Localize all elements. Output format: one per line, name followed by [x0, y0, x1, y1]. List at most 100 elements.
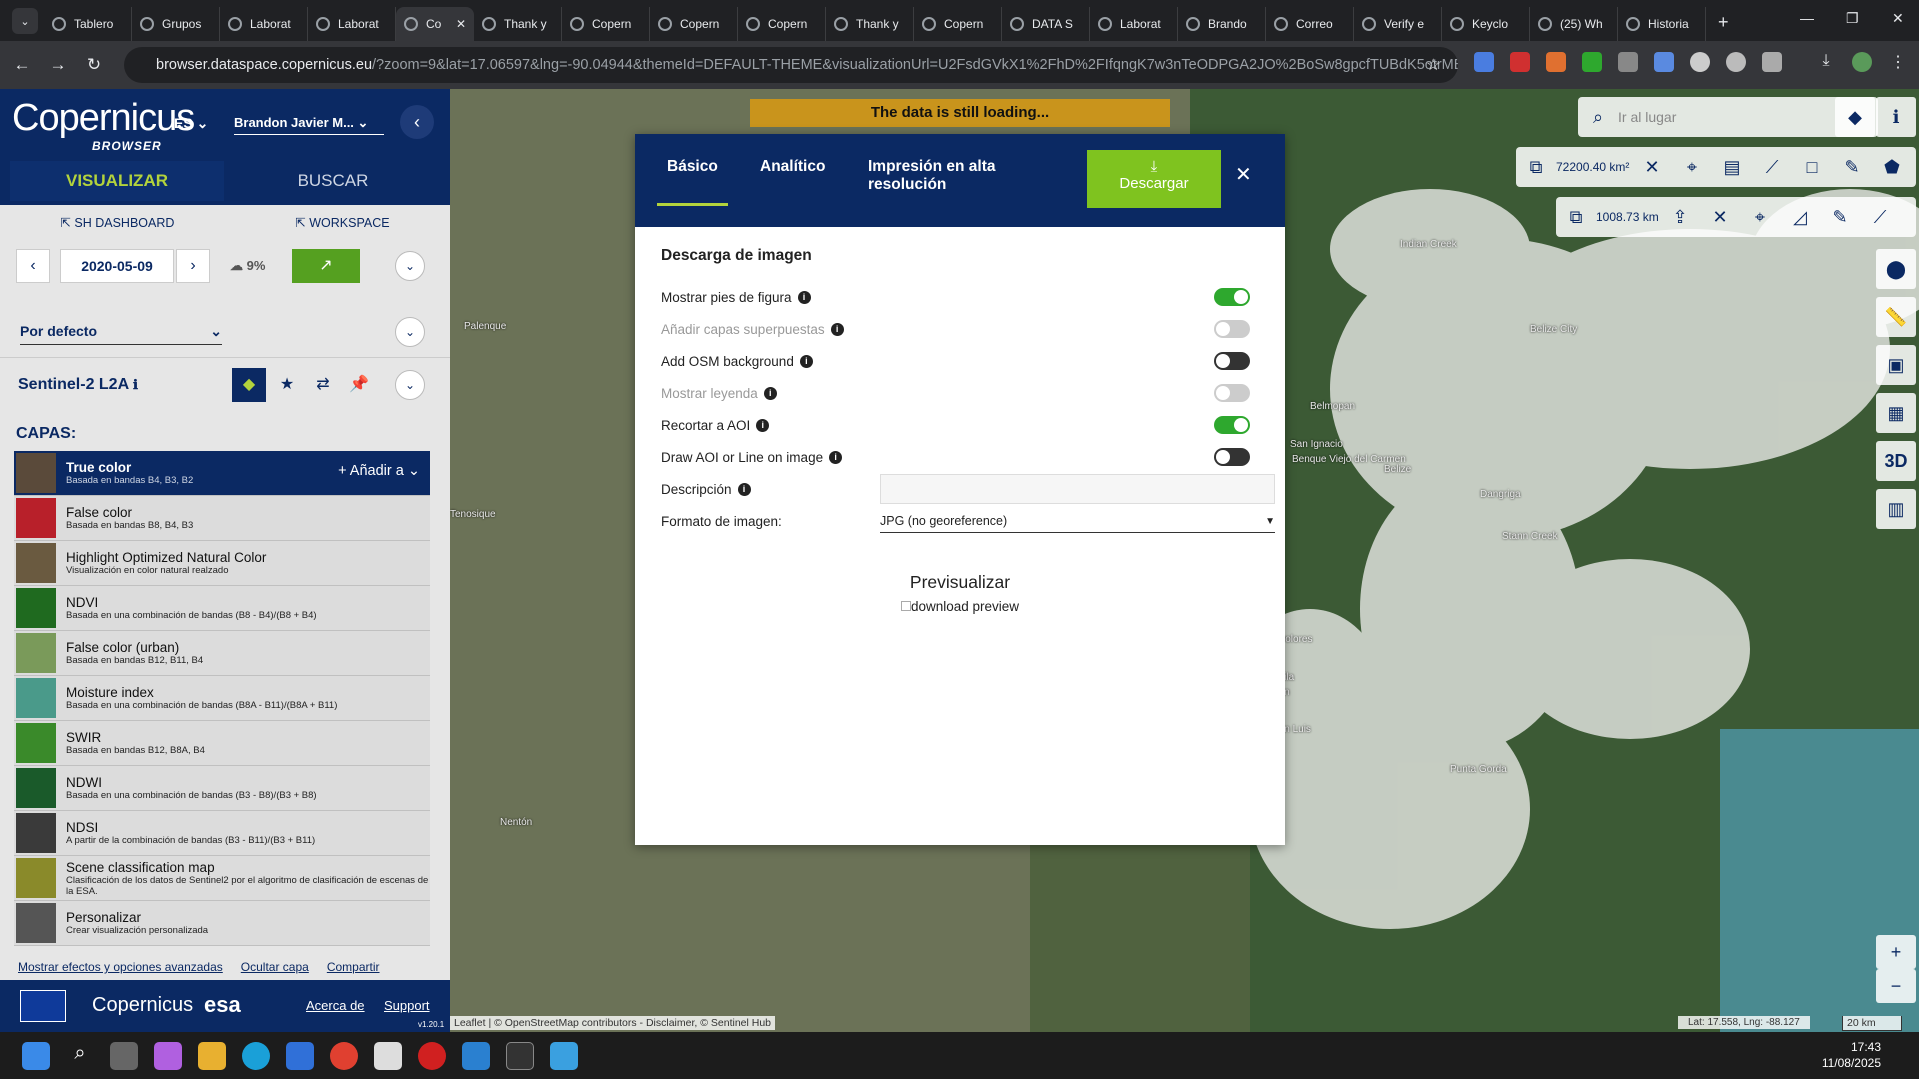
share-link[interactable]: Compartir: [327, 960, 380, 974]
layer-item[interactable]: True color Basada en bandas B4, B3, B2 + A…: [14, 451, 430, 496]
browser-tab[interactable]: Copern: [914, 7, 1002, 41]
draw-icon[interactable]: ✎: [1820, 207, 1860, 228]
extension-icon[interactable]: [1546, 52, 1566, 72]
browser-tab[interactable]: Laborat: [220, 7, 308, 41]
date-picker[interactable]: 2020-05-09: [60, 249, 174, 283]
extension-icon[interactable]: [1690, 52, 1710, 72]
option-toggle[interactable]: [1214, 288, 1250, 306]
rectangle-icon[interactable]: □: [1792, 157, 1832, 178]
media-player-icon[interactable]: [418, 1041, 446, 1070]
browser-tab[interactable]: Grupos: [132, 7, 220, 41]
back-icon[interactable]: ←: [4, 55, 40, 75]
show-effects-link[interactable]: Mostrar efectos y opciones avanzadas: [18, 960, 223, 974]
browser-tab[interactable]: Keyclo: [1442, 7, 1530, 41]
browser-tab[interactable]: DATA S: [1002, 7, 1090, 41]
expand-dataset-icon[interactable]: ⌄: [395, 370, 425, 400]
option-toggle[interactable]: [1214, 416, 1250, 434]
minimize-icon[interactable]: —: [1800, 10, 1814, 26]
info-icon[interactable]: i: [737, 483, 751, 497]
reload-icon[interactable]: ↻: [76, 55, 112, 75]
timelapse-icon[interactable]: ▦: [1876, 393, 1916, 433]
line-icon[interactable]: ⟋: [1860, 207, 1900, 228]
info-icon[interactable]: i: [756, 419, 770, 433]
info-icon[interactable]: i: [797, 291, 811, 305]
menu-icon[interactable]: ⋮: [1888, 52, 1908, 72]
upload-icon[interactable]: ⇪: [1660, 207, 1700, 228]
support-link[interactable]: Support: [384, 998, 430, 1013]
visualize-arrow-button[interactable]: ↗: [292, 249, 360, 283]
layer-item[interactable]: Personalizar Crear visualización personal…: [14, 901, 430, 946]
info-icon[interactable]: i: [829, 451, 843, 465]
layer-item[interactable]: False color Basada en bandas B8, B4, B3: [14, 496, 430, 541]
tab-analytic[interactable]: Analítico: [760, 158, 825, 176]
info-icon[interactable]: i: [799, 355, 813, 369]
browser-tab[interactable]: Correo: [1266, 7, 1354, 41]
layer-item[interactable]: False color (urban) Basada en bandas B12,…: [14, 631, 430, 676]
pin-icon[interactable]: 📌: [342, 368, 376, 402]
copilot-icon[interactable]: [154, 1041, 182, 1070]
close-icon[interactable]: ✕: [1235, 162, 1252, 187]
place-search-input[interactable]: Ir al lugar: [1618, 109, 1676, 125]
restore-icon[interactable]: ❐: [1846, 10, 1859, 27]
layer-item[interactable]: Scene classification map Clasificación de…: [14, 856, 430, 901]
terminal-icon[interactable]: [506, 1041, 534, 1070]
place-search[interactable]: ⌕ Ir al lugar: [1578, 97, 1878, 137]
extension-icon[interactable]: [1654, 52, 1674, 72]
expand-date-icon[interactable]: ⌄: [395, 251, 425, 281]
layers-icon[interactable]: ◆: [232, 368, 266, 402]
zoom-out-icon[interactable]: −: [1876, 969, 1916, 1003]
store-icon[interactable]: [286, 1041, 314, 1070]
browser-tab[interactable]: Copern: [562, 7, 650, 41]
pin-location-icon[interactable]: ⬤: [1876, 249, 1916, 289]
star-icon[interactable]: ★: [270, 368, 304, 402]
forward-icon[interactable]: →: [40, 55, 76, 75]
system-clock[interactable]: 17:43 11/08/2025: [1822, 1039, 1881, 1071]
workspace-link[interactable]: ⇱ WORKSPACE: [295, 215, 389, 230]
tab-visualize[interactable]: VISUALIZAR: [10, 161, 224, 201]
clear-area-icon[interactable]: ✕: [1632, 157, 1672, 178]
elevation-profile-icon[interactable]: ◿: [1780, 207, 1820, 228]
browser-tab[interactable]: Brando: [1178, 7, 1266, 41]
histogram-icon[interactable]: ▤: [1712, 157, 1752, 178]
clear-line-icon[interactable]: ✕: [1700, 207, 1740, 228]
prev-date-button[interactable]: ‹: [16, 249, 50, 283]
edge-icon[interactable]: [242, 1041, 270, 1070]
browser-tab[interactable]: Thank y: [826, 7, 914, 41]
format-select[interactable]: JPG (no georeference) ▼: [880, 509, 1275, 533]
layer-item[interactable]: Highlight Optimized Natural Color Visuali…: [14, 541, 430, 586]
browser-tab[interactable]: Tablero: [44, 7, 132, 41]
vscode-icon[interactable]: [462, 1041, 490, 1070]
extension-icon[interactable]: [1726, 52, 1746, 72]
layer-item[interactable]: NDSI A partir de la combinación de bandas…: [14, 811, 430, 856]
browser-tab[interactable]: Laborat: [308, 7, 396, 41]
bookmark-star-icon[interactable]: ☆: [1426, 55, 1440, 75]
description-input[interactable]: [880, 474, 1275, 504]
extension-icon[interactable]: [1582, 52, 1602, 72]
browser-tab[interactable]: Verify e: [1354, 7, 1442, 41]
browser-tab[interactable]: Copern: [738, 7, 826, 41]
zoom-in-icon[interactable]: +: [1876, 935, 1916, 969]
tab-search[interactable]: BUSCAR: [226, 161, 440, 201]
layer-item[interactable]: Moisture index Basada en una combinación …: [14, 676, 430, 721]
language-select[interactable]: ES ⌄: [174, 115, 208, 132]
user-menu[interactable]: Brandon Javier M... ⌄: [234, 115, 384, 135]
puzzle-icon[interactable]: [1762, 52, 1782, 72]
download-icon[interactable]: ⤓: [1816, 52, 1836, 72]
layer-item[interactable]: NDWI Basada en una combinación de bandas …: [14, 766, 430, 811]
start-icon[interactable]: [22, 1041, 50, 1070]
extension-icon[interactable]: [1510, 52, 1530, 72]
extension-icon[interactable]: [1618, 52, 1638, 72]
browser-tab[interactable]: Copern: [650, 7, 738, 41]
chrome-icon[interactable]: [330, 1041, 358, 1070]
info-icon[interactable]: ℹ: [1876, 97, 1916, 137]
translate-extension-icon[interactable]: [1474, 52, 1494, 72]
option-toggle[interactable]: [1214, 448, 1250, 466]
about-link[interactable]: Acerca de: [306, 998, 365, 1013]
compare-icon[interactable]: ⇄: [306, 368, 340, 402]
add-to-button[interactable]: + Añadir a ⌄: [338, 463, 420, 479]
next-date-button[interactable]: ›: [176, 249, 210, 283]
browser-tab[interactable]: Thank y: [474, 7, 562, 41]
browser-tab[interactable]: (25) Wh: [1530, 7, 1618, 41]
search-icon[interactable]: ⌕: [66, 1042, 94, 1070]
tab-search-icon[interactable]: ⌄: [12, 8, 38, 34]
